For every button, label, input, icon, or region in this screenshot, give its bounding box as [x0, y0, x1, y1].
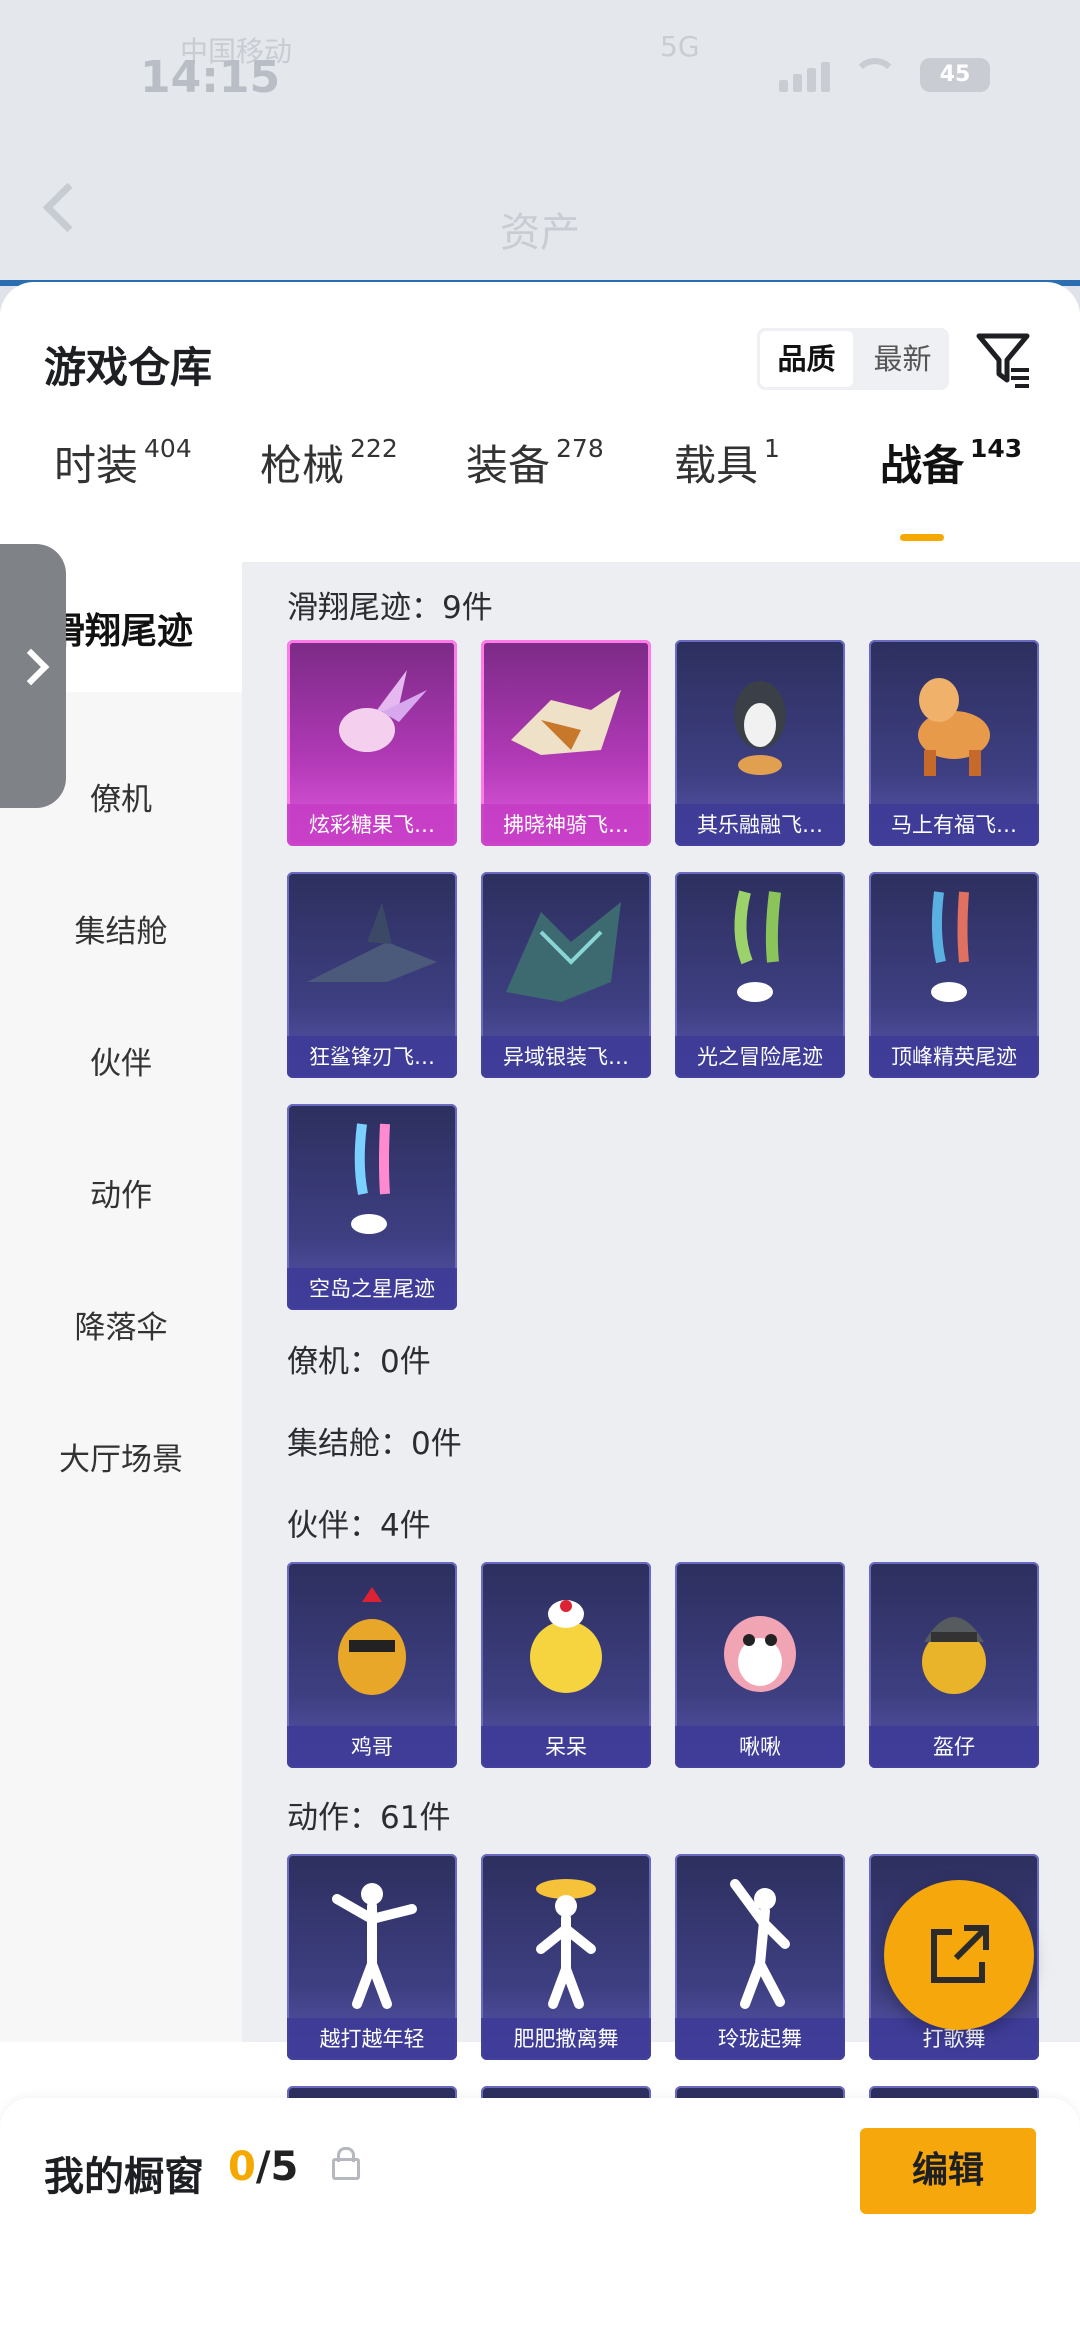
sidebar-item-partner[interactable]: 伙伴 — [0, 1038, 242, 1083]
status-bar: 中国移动 14:15 5G 45 — [0, 0, 1080, 150]
tab-vehicles[interactable]: 载具 1 — [674, 432, 780, 493]
candy-trail-art-icon — [339, 670, 427, 752]
item-label: 马上有福飞… — [869, 804, 1039, 846]
status-icons: 45 — [779, 58, 990, 92]
item-label: 啾啾 — [675, 1726, 845, 1768]
dance-figure-art-icon — [536, 1879, 596, 2009]
wifi-icon — [852, 58, 898, 92]
light-adventure-trail-art-icon — [734, 890, 781, 1002]
item-label: 其乐融融飞… — [675, 804, 845, 846]
item-label: 顶峰精英尾迹 — [869, 1036, 1039, 1078]
category-tabs: 时装 404 枪械 222 装备 278 载具 1 战备 143 — [0, 432, 1080, 532]
item-card[interactable]: 玲珑起舞 — [675, 1854, 845, 2060]
sidebar-item-action[interactable]: 动作 — [0, 1170, 242, 1215]
item-label: 拂晓神骑飞… — [481, 804, 651, 846]
item-card[interactable]: 盔仔 — [869, 1562, 1039, 1768]
sidebar-item-parachute[interactable]: 降落伞 — [0, 1302, 242, 1347]
item-card[interactable]: 狂鲨锋刃飞… — [287, 872, 457, 1078]
item-card[interactable]: 空岛之星尾迹 — [287, 1104, 457, 1310]
clock: 14:15 — [140, 52, 281, 103]
showcase-label: 我的橱窗 — [44, 2154, 204, 2200]
showcase-count: 0/5 — [228, 2144, 299, 2190]
edit-button[interactable]: 编辑 — [860, 2128, 1036, 2214]
section-title-glide: 滑翔尾迹：9件 — [287, 590, 493, 626]
pink-bird-partner-art-icon — [724, 1616, 796, 1692]
showcase-bar: 我的橱窗 0/5 编辑 — [0, 2098, 1080, 2341]
item-label: 鸡哥 — [287, 1726, 457, 1768]
sidebar-item-pod[interactable]: 集结舱 — [0, 906, 242, 951]
dawn-rider-art-icon — [511, 690, 621, 755]
item-label: 异域银装飞… — [481, 1036, 651, 1078]
item-card[interactable]: 炫彩糖果飞… — [287, 640, 457, 846]
share-icon — [931, 1925, 989, 1983]
tab-equipment[interactable]: 装备 278 — [466, 432, 604, 493]
item-card[interactable]: 顶峰精英尾迹 — [869, 872, 1039, 1078]
item-card[interactable]: 拂晓神骑飞… — [481, 640, 651, 846]
item-label: 狂鲨锋刃飞… — [287, 1036, 457, 1078]
item-label: 越打越年轻 — [287, 2018, 457, 2060]
item-card[interactable]: 啾啾 — [675, 1562, 845, 1768]
sort-quality-button[interactable]: 品质 — [760, 331, 853, 387]
item-label: 炫彩糖果飞… — [287, 804, 457, 846]
horse-trail-art-icon — [918, 678, 990, 776]
item-card[interactable]: 异域银装飞… — [481, 872, 651, 1078]
shark-trail-art-icon — [307, 902, 437, 982]
lock-icon — [332, 2147, 360, 2180]
network-label: 5G — [660, 30, 700, 63]
sort-toggle: 品质 最新 — [757, 328, 949, 390]
section-title-pod: 集结舱：0件 — [287, 1426, 462, 1462]
peak-elite-trail-art-icon — [931, 891, 969, 1002]
tab-battle-prep[interactable]: 战备 143 — [880, 432, 1022, 493]
dance-figure-art-icon — [730, 1879, 790, 2009]
item-grid: 滑翔尾迹：9件 炫彩糖果飞… 拂晓神骑飞… 其乐融融飞… 马上有福飞… 狂鲨锋刃… — [242, 562, 1080, 2292]
item-label: 盔仔 — [869, 1726, 1039, 1768]
item-card[interactable]: 肥肥撒离舞 — [481, 1854, 651, 2060]
tab-guns[interactable]: 枪械 222 — [260, 432, 398, 493]
filter-icon[interactable] — [975, 330, 1031, 388]
page-title: 游戏仓库 — [44, 343, 213, 392]
helmet-chick-partner-art-icon — [922, 1617, 986, 1694]
nav-bar: 资产 — [0, 150, 1080, 286]
sort-newest-button[interactable]: 最新 — [856, 328, 949, 390]
sky-island-star-trail-art-icon — [351, 1123, 390, 1234]
drawer-handle[interactable] — [0, 544, 66, 808]
section-title-action: 动作：61件 — [287, 1800, 451, 1836]
item-card[interactable]: 光之冒险尾迹 — [675, 872, 845, 1078]
active-tab-indicator — [900, 534, 944, 541]
item-card[interactable]: 越打越年轻 — [287, 1854, 457, 2060]
item-label: 肥肥撒离舞 — [481, 2018, 651, 2060]
item-label: 空岛之星尾迹 — [287, 1268, 457, 1310]
tab-fashion[interactable]: 时装 404 — [54, 432, 192, 493]
item-card[interactable]: 呆呆 — [481, 1562, 651, 1768]
share-button[interactable] — [884, 1880, 1034, 2030]
battery-icon: 45 — [920, 58, 990, 92]
rooster-partner-art-icon — [338, 1587, 406, 1695]
warehouse-card: 游戏仓库 品质 最新 时装 404 枪械 222 装备 278 载具 1 战备 143 滑… — [0, 282, 1080, 2341]
nav-title: 资产 — [500, 210, 580, 256]
chick-partner-art-icon — [530, 1600, 602, 1693]
section-title-wingman: 僚机：0件 — [287, 1344, 431, 1380]
section-title-partner: 伙伴：4件 — [287, 1508, 431, 1544]
item-card[interactable]: 其乐融融飞… — [675, 640, 845, 846]
item-label: 玲珑起舞 — [675, 2018, 845, 2060]
dance-figure-art-icon — [332, 1883, 417, 2009]
item-card[interactable]: 马上有福飞… — [869, 640, 1039, 846]
sidebar-item-lobby[interactable]: 大厅场景 — [0, 1434, 242, 1479]
item-label: 呆呆 — [481, 1726, 651, 1768]
chevron-right-icon — [12, 648, 50, 686]
item-label: 光之冒险尾迹 — [675, 1036, 845, 1078]
exotic-trail-art-icon — [506, 902, 621, 1002]
penguin-trail-art-icon — [734, 681, 786, 775]
signal-icon — [779, 62, 830, 92]
item-card[interactable]: 鸡哥 — [287, 1562, 457, 1768]
